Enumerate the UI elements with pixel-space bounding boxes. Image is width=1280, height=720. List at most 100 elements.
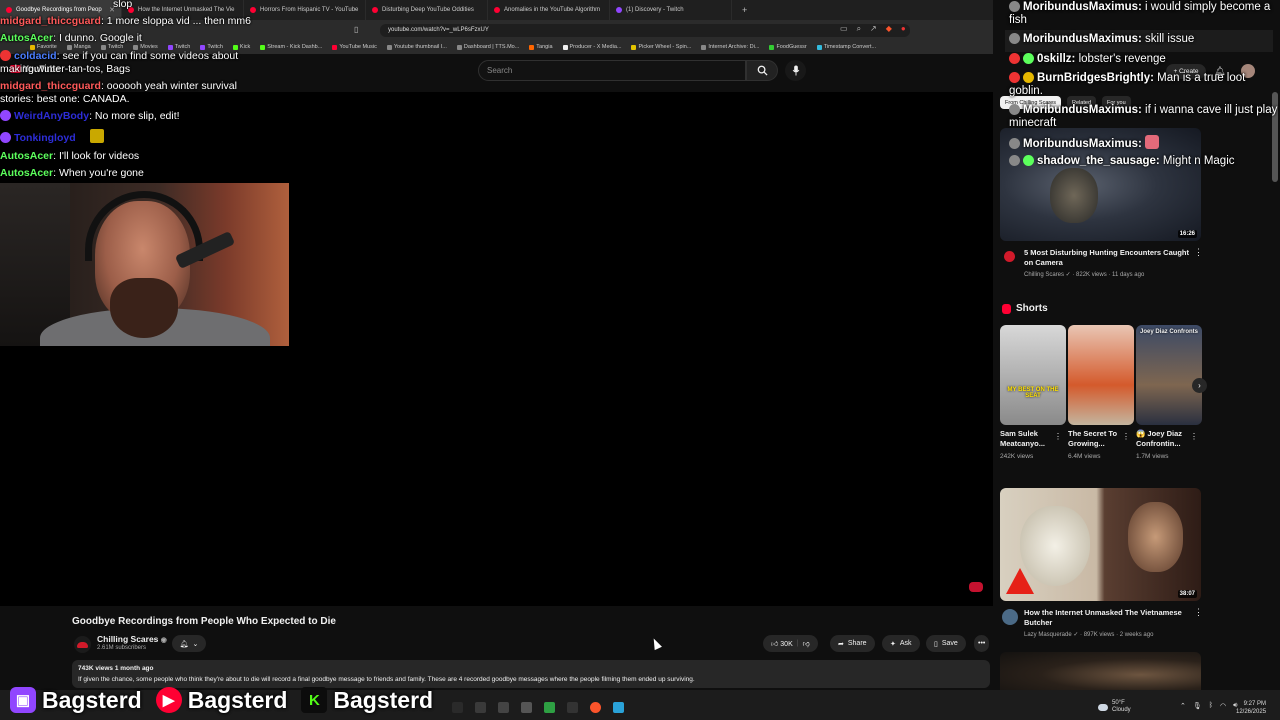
url-field[interactable]: youtube.com/watch?v=_wLP6sFzxUY [380, 24, 910, 37]
dislike-button[interactable]: 👎︎ [803, 639, 810, 648]
chat-line: 0skillz: lobster's revenge [1009, 53, 1166, 65]
youtube-favicon-icon [6, 7, 12, 13]
like-button[interactable]: 👍︎ 30K [771, 639, 793, 648]
voice-search-button[interactable] [785, 60, 806, 81]
bluetooth-icon[interactable]: ᛒ [1209, 702, 1213, 710]
more-vertical-icon[interactable]: ⋮ [1190, 432, 1198, 441]
chat-line: midgard_thiccguard: 1 more sloppa vid ..… [0, 15, 251, 27]
search-button[interactable] [746, 60, 778, 81]
thumbs-down-icon: 👎︎ [802, 641, 810, 648]
short-thumbnail[interactable] [1068, 325, 1134, 425]
chat-badge-icon [1009, 72, 1020, 83]
shorts-next-button[interactable]: › [1192, 378, 1207, 393]
channel-watermark-icon[interactable] [969, 582, 983, 592]
recommended-video-thumbnail[interactable] [1000, 652, 1201, 690]
tab-algorithm-anomalies[interactable]: Anomalies in the YouTube Algorithm [488, 0, 610, 20]
recommended-video-title[interactable]: How the Internet Unmasked The Vietnamese… [1024, 608, 1192, 628]
chat-line: AutosAcer: I dunno. Google it [0, 32, 142, 44]
app-icon[interactable] [544, 702, 555, 713]
share-button[interactable]: ➦ Share [830, 635, 875, 652]
shorts-heading: Shorts [1016, 303, 1048, 314]
bookmark-item[interactable]: Tangia [529, 44, 553, 50]
kick-icon [232, 44, 238, 50]
channel-avatar[interactable] [1004, 251, 1015, 262]
bookmark-item[interactable]: Youtube thumbnail I... [386, 44, 447, 50]
video-player[interactable] [0, 92, 993, 606]
wifi-icon[interactable]: ◠ [1220, 702, 1226, 710]
chat-line: AutosAcer: I'll look for videos [0, 150, 140, 162]
recommended-video-meta: Chilling Scares ✓ · 822K views · 11 days… [1024, 272, 1145, 278]
more-actions-button[interactable]: ••• [974, 635, 990, 652]
x-icon [562, 44, 568, 50]
save-button[interactable]: ▯ Save [926, 635, 966, 652]
app-icon[interactable] [452, 702, 463, 713]
share-icon[interactable]: ↗ [870, 24, 877, 34]
ask-button[interactable]: ✦ Ask [882, 635, 920, 652]
chevron-up-icon[interactable]: ⌃ [1180, 702, 1186, 710]
page-icon [386, 44, 392, 50]
recommended-video-thumbnail[interactable]: 38:07 [1000, 488, 1201, 601]
notifications-button[interactable]: 🔔︎ ⌄ [172, 635, 206, 652]
brave-shield-icon[interactable]: ◆ [886, 24, 892, 34]
twitch-favicon-icon [616, 7, 622, 13]
microphone-icon [792, 65, 799, 76]
bookmark-item[interactable]: FoodGuessr [769, 44, 807, 50]
short-thumbnail[interactable]: Joey Diaz Confronts [1136, 325, 1202, 425]
description-text: If given the chance, some people who thi… [78, 676, 695, 683]
more-horizontal-icon: ••• [978, 640, 986, 647]
bookmark-item[interactable]: YouTube Music [332, 44, 377, 50]
brave-browser-icon[interactable] [590, 702, 601, 713]
short-views: 242K views [1000, 453, 1034, 460]
short-thumbnail[interactable]: MY BEST ON THE SEAT [1000, 325, 1066, 425]
tab-hispanic-tv[interactable]: Horrors From Hispanic TV - YouTube [244, 0, 366, 20]
zoom-icon[interactable]: ⌕ [857, 24, 861, 34]
app-icon[interactable] [498, 702, 509, 713]
bookmark-item[interactable]: Internet Archive: Di... [701, 44, 759, 50]
more-vertical-icon[interactable]: ⋮ [1054, 432, 1062, 441]
folder-icon [66, 44, 72, 50]
bookmark-item[interactable]: Stream - Kick Dashb... [260, 44, 322, 50]
bookmark-item[interactable]: Timestamp Convert... [816, 44, 876, 50]
new-tab-button[interactable]: + [732, 5, 757, 15]
short-title[interactable]: 😱 Joey Diaz Confrontin... [1136, 429, 1191, 449]
tab-twitch-discovery[interactable]: (1) Discovery - Twitch [610, 0, 732, 20]
extension-icon[interactable]: ● [901, 24, 906, 34]
weather-widget[interactable]: 50°F Cloudy [1098, 700, 1131, 714]
wheel-icon [631, 44, 637, 50]
taskbar-clock[interactable]: 9:27 PM 12/26/2025 [1236, 700, 1266, 716]
channel-name[interactable]: Chilling Scares ◉ [97, 634, 167, 644]
emote-icon [89, 129, 104, 143]
search-input[interactable]: Search [478, 60, 746, 81]
channel-avatar[interactable] [74, 636, 91, 653]
chat-line: AutosAcer: When you're gone [0, 167, 144, 179]
tab-deep-oddities[interactable]: Disturbing Deep YouTube Oddities [366, 0, 488, 20]
chat-badge-icon [0, 110, 11, 121]
app-icon[interactable] [567, 702, 578, 713]
more-vertical-icon[interactable]: ⋮ [1194, 607, 1203, 618]
chat-line: Tonkingloyd [0, 129, 107, 145]
bookmark-item[interactable]: Producer - X Media... [562, 44, 621, 50]
video-duration: 38:07 [1177, 590, 1197, 598]
microphone-icon[interactable]: 🎙︎ [1193, 702, 1202, 710]
cast-icon[interactable]: ▭ [840, 24, 848, 34]
short-title[interactable]: The Secret To Growing... [1068, 429, 1123, 449]
short-title[interactable]: Sam Sulek Meatcanyo... [1000, 429, 1055, 449]
app-icon[interactable] [521, 702, 532, 713]
app-icon[interactable] [475, 702, 486, 713]
bookmark-item[interactable]: Picker Wheel - Spin... [631, 44, 691, 50]
more-vertical-icon[interactable]: ⋮ [1194, 247, 1203, 258]
more-vertical-icon[interactable]: ⋮ [1122, 432, 1130, 441]
bookmark-star-icon[interactable]: ▯ [354, 25, 358, 34]
recommended-video-title[interactable]: 5 Most Disturbing Hunting Encounters Cau… [1024, 248, 1192, 268]
like-dislike-group: 👍︎ 30K | 👎︎ [763, 635, 818, 652]
bookmark-item[interactable]: Dashboard | TTS.Mo... [456, 44, 519, 50]
channel-logo-icon [77, 641, 88, 648]
archive-icon [701, 44, 707, 50]
channel-avatar[interactable] [1002, 609, 1018, 625]
telegram-icon[interactable] [613, 702, 624, 713]
verified-icon: ◉ [160, 637, 167, 644]
short-views: 1.7M views [1136, 453, 1169, 460]
chat-badge-icon [1009, 138, 1020, 149]
chat-badge-icon [1009, 53, 1020, 64]
kick-logo-icon: K [301, 687, 328, 713]
